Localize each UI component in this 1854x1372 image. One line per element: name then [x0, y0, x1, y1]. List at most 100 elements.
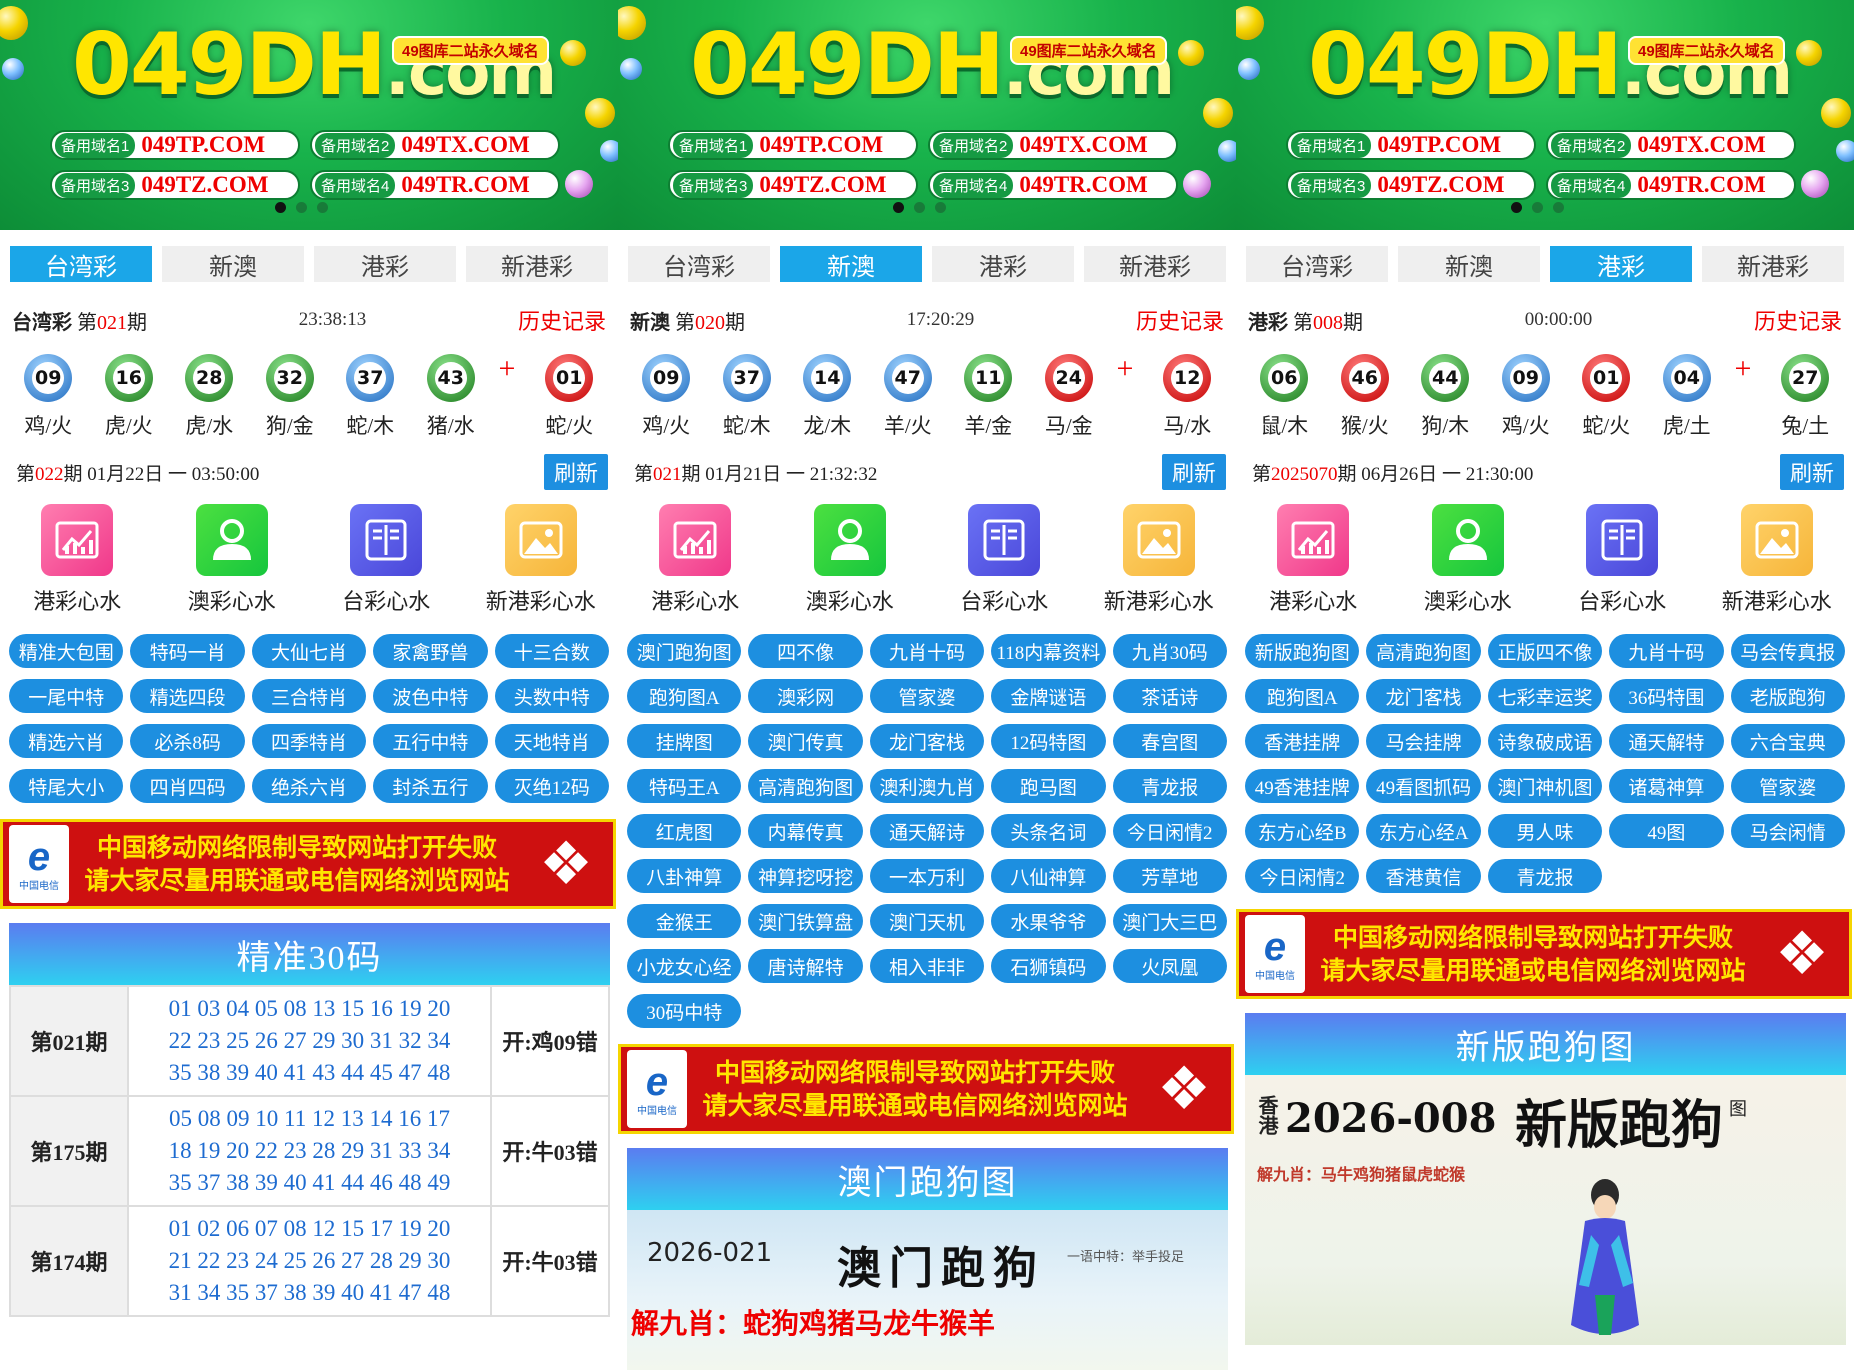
network-notice-banner[interactable]: e 中国电信 中国移动网络限制导致网站打开失败 请大家尽量用联通或电信网络浏览网站 ❖: [1236, 909, 1852, 999]
category-link[interactable]: 水果爷爷: [991, 904, 1106, 938]
category-link[interactable]: 七彩幸运奖: [1487, 679, 1603, 713]
category-link[interactable]: 跑狗图A: [627, 679, 742, 713]
category-link[interactable]: 跑马图: [991, 769, 1106, 803]
book-icon[interactable]: [350, 504, 423, 576]
category-link[interactable]: 封杀五行: [373, 769, 488, 803]
shortcut-2[interactable]: 澳彩心水: [773, 504, 928, 616]
category-link[interactable]: 唐诗解特: [748, 949, 863, 983]
category-link[interactable]: 118内幕资料: [991, 634, 1106, 668]
category-link[interactable]: 香港挂牌: [1245, 724, 1360, 758]
backup-domain-1[interactable]: 备用域名1 049TP.COM: [668, 130, 918, 160]
tab-1[interactable]: 台湾彩: [628, 246, 770, 282]
banner[interactable]: 049DH.com 49图库二站永久域名 备用域名1 049TP.COM 备用域名2 04…: [0, 0, 618, 230]
history-link[interactable]: 历史记录: [1136, 304, 1224, 336]
category-link[interactable]: 九肖30码: [1112, 634, 1227, 668]
tab-2[interactable]: 新澳: [162, 246, 304, 282]
tab-2[interactable]: 新澳: [780, 246, 922, 282]
category-link[interactable]: 六合宝典: [1730, 724, 1845, 758]
category-link[interactable]: 头数中特: [494, 679, 609, 713]
backup-domain-4[interactable]: 备用域名4 049TR.COM: [1546, 170, 1796, 200]
dog-chart-image[interactable]: 2026-021 澳门跑狗 一语中特：举手投足 解九肖：蛇狗鸡猪马龙牛猴羊: [627, 1210, 1228, 1370]
chart-icon[interactable]: [41, 504, 114, 576]
backup-domain-3[interactable]: 备用域名3 049TZ.COM: [668, 170, 918, 200]
category-link[interactable]: 小龙女心经: [627, 949, 742, 983]
category-link[interactable]: 东方心经B: [1245, 814, 1360, 848]
shortcut-1[interactable]: 港彩心水: [0, 504, 155, 616]
book-icon[interactable]: [1586, 504, 1659, 576]
backup-domain-4[interactable]: 备用域名4 049TR.COM: [928, 170, 1178, 200]
category-link[interactable]: 澳门天机: [869, 904, 985, 938]
category-link[interactable]: 九肖十码: [869, 634, 985, 668]
category-link[interactable]: 精准大包围: [9, 634, 124, 668]
tab-4[interactable]: 新港彩: [466, 246, 608, 282]
backup-domain-4[interactable]: 备用域名4 049TR.COM: [310, 170, 560, 200]
tab-1[interactable]: 台湾彩: [10, 246, 152, 282]
carousel-dot[interactable]: [1553, 202, 1564, 213]
category-link[interactable]: 绝杀六肖: [251, 769, 367, 803]
category-link[interactable]: 五行中特: [373, 724, 488, 758]
banner[interactable]: 049DH.com 49图库二站永久域名 备用域名1 049TP.COM 备用域名2 04…: [1236, 0, 1854, 230]
category-link[interactable]: 澳门跑狗图: [627, 634, 742, 668]
refresh-button[interactable]: 刷新: [1161, 454, 1226, 490]
refresh-button[interactable]: 刷新: [543, 454, 608, 490]
category-link[interactable]: 澳门传真: [748, 724, 863, 758]
tab-4[interactable]: 新港彩: [1084, 246, 1226, 282]
carousel-dot[interactable]: [1532, 202, 1543, 213]
category-link[interactable]: 高清跑狗图: [748, 769, 863, 803]
category-link[interactable]: 澳门大三巴: [1112, 904, 1227, 938]
category-link[interactable]: 马会挂牌: [1366, 724, 1481, 758]
category-link[interactable]: 火凤凰: [1112, 949, 1227, 983]
category-link[interactable]: 四不像: [748, 634, 863, 668]
history-link[interactable]: 历史记录: [1754, 304, 1842, 336]
category-link[interactable]: 49图: [1609, 814, 1724, 848]
category-link[interactable]: 天地特肖: [494, 724, 609, 758]
tab-4[interactable]: 新港彩: [1702, 246, 1844, 282]
carousel-dot[interactable]: [914, 202, 925, 213]
backup-domain-3[interactable]: 备用域名3 049TZ.COM: [1286, 170, 1536, 200]
shortcut-3[interactable]: 台彩心水: [309, 504, 464, 616]
user-icon[interactable]: [813, 504, 886, 576]
category-link[interactable]: 波色中特: [373, 679, 488, 713]
category-link[interactable]: 今日闲情2: [1112, 814, 1227, 848]
chart-icon[interactable]: [1277, 504, 1350, 576]
carousel-dot[interactable]: [296, 202, 307, 213]
network-notice-banner[interactable]: e 中国电信 中国移动网络限制导致网站打开失败 请大家尽量用联通或电信网络浏览网站 ❖: [618, 1044, 1234, 1134]
history-link[interactable]: 历史记录: [518, 304, 606, 336]
category-link[interactable]: 管家婆: [1730, 769, 1845, 803]
image-icon[interactable]: [1122, 504, 1195, 576]
backup-domain-2[interactable]: 备用域名2 049TX.COM: [310, 130, 560, 160]
tab-1[interactable]: 台湾彩: [1246, 246, 1388, 282]
backup-domain-2[interactable]: 备用域名2 049TX.COM: [928, 130, 1178, 160]
backup-domain-1[interactable]: 备用域名1 049TP.COM: [50, 130, 300, 160]
tab-3[interactable]: 港彩: [932, 246, 1074, 282]
network-notice-banner[interactable]: e 中国电信 中国移动网络限制导致网站打开失败 请大家尽量用联通或电信网络浏览网站 ❖: [0, 819, 616, 909]
category-link[interactable]: 通天解诗: [869, 814, 985, 848]
shortcut-4[interactable]: 新港彩心水: [1700, 504, 1854, 616]
category-link[interactable]: 大仙七肖: [251, 634, 367, 668]
carousel-dot[interactable]: [275, 202, 286, 213]
category-link[interactable]: 龙门客栈: [869, 724, 985, 758]
shortcut-2[interactable]: 澳彩心水: [155, 504, 310, 616]
category-link[interactable]: 春宫图: [1112, 724, 1227, 758]
tab-2[interactable]: 新澳: [1398, 246, 1540, 282]
category-link[interactable]: 澳门神机图: [1487, 769, 1603, 803]
category-link[interactable]: 12码特图: [991, 724, 1106, 758]
chart-icon[interactable]: [659, 504, 732, 576]
category-link[interactable]: 必杀8码: [130, 724, 245, 758]
category-link[interactable]: 神算挖呀挖: [748, 859, 863, 893]
category-link[interactable]: 一尾中特: [9, 679, 124, 713]
category-link[interactable]: 男人味: [1487, 814, 1603, 848]
category-link[interactable]: 新版跑狗图: [1245, 634, 1360, 668]
image-icon[interactable]: [1740, 504, 1813, 576]
category-link[interactable]: 金猴王: [627, 904, 742, 938]
category-link[interactable]: 三合特肖: [251, 679, 367, 713]
category-link[interactable]: 36码特围: [1609, 679, 1724, 713]
category-link[interactable]: 芳草地: [1112, 859, 1227, 893]
category-link[interactable]: 八仙神算: [991, 859, 1106, 893]
category-link[interactable]: 精选六肖: [9, 724, 124, 758]
book-icon[interactable]: [968, 504, 1041, 576]
user-icon[interactable]: [1431, 504, 1504, 576]
category-link[interactable]: 30码中特: [627, 994, 742, 1028]
category-link[interactable]: 今日闲情2: [1245, 859, 1360, 893]
category-link[interactable]: 精选四段: [130, 679, 245, 713]
